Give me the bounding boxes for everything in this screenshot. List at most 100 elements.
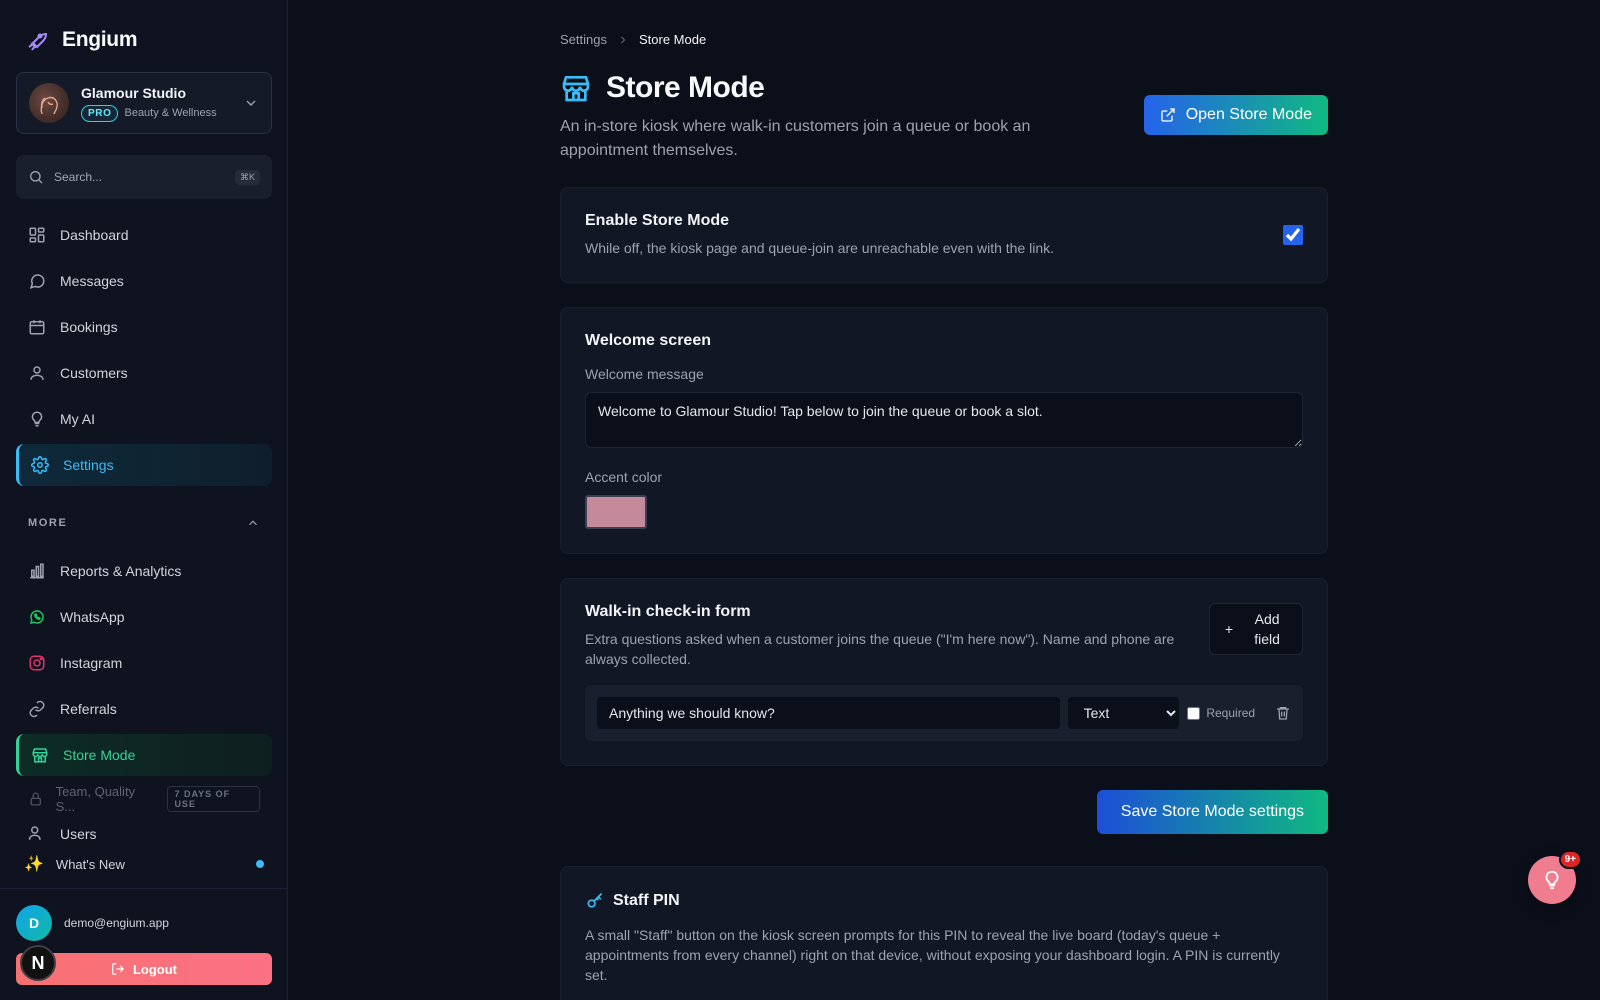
main-content: Settings Store Mode Store Mode An in-sto… bbox=[288, 0, 1600, 1000]
locked-item-badge: 7 DAYS OF USE bbox=[167, 786, 260, 812]
trash-icon[interactable] bbox=[1275, 705, 1291, 721]
sidebar-item-label: Messages bbox=[60, 273, 124, 289]
user-row: D demo@engium.app bbox=[0, 889, 287, 941]
sidebar-item-locked[interactable]: Team, Quality S... 7 DAYS OF USE bbox=[16, 780, 272, 818]
welcome-title: Welcome screen bbox=[585, 332, 711, 349]
welcome-message-input[interactable]: Welcome to Glamour Studio! Tap below to … bbox=[585, 392, 1303, 448]
page-description: An in-store kiosk where walk-in customer… bbox=[560, 118, 1031, 159]
more-section-toggle[interactable]: MORE bbox=[28, 516, 260, 530]
sidebar-item-label: Reports & Analytics bbox=[60, 563, 182, 579]
enable-description: While off, the kiosk page and queue-join… bbox=[585, 240, 1055, 256]
grid-icon bbox=[29, 227, 45, 243]
sidebar-item-messages[interactable]: Messages bbox=[16, 260, 272, 302]
open-store-mode-button[interactable]: Open Store Mode bbox=[1143, 95, 1328, 135]
n-badge[interactable]: N bbox=[20, 945, 56, 981]
staff-pin-card: Staff PIN A small "Staff" button on the … bbox=[560, 866, 1328, 1000]
enable-text: Enable Store Mode While off, the kiosk p… bbox=[585, 212, 1054, 258]
save-row: Save Store Mode settings bbox=[560, 790, 1328, 834]
walkin-text: Walk-in check-in form Extra questions as… bbox=[585, 603, 1205, 669]
external-link-icon bbox=[1161, 108, 1175, 122]
enable-row: Enable Store Mode While off, the kiosk p… bbox=[585, 212, 1303, 258]
workspace-avatar bbox=[29, 83, 69, 123]
search-box[interactable]: ⌘K bbox=[16, 155, 272, 199]
sidebar-item-my-ai[interactable]: My AI bbox=[16, 398, 272, 440]
staff-pin-title: Staff PIN bbox=[613, 892, 680, 909]
sidebar-item-label: My AI bbox=[60, 411, 96, 427]
add-field-label: Add field bbox=[1254, 611, 1280, 647]
required-toggle[interactable]: Required bbox=[1187, 706, 1255, 720]
sidebar-item-referrals[interactable]: Referrals bbox=[16, 688, 272, 730]
store-icon bbox=[32, 748, 48, 763]
sidebar-item-instagram[interactable]: Instagram bbox=[16, 642, 272, 684]
users-icon bbox=[28, 826, 41, 840]
rocket-logo-icon bbox=[28, 32, 48, 51]
key-icon bbox=[587, 892, 603, 908]
notification-badge: 9+ bbox=[1558, 850, 1582, 869]
workspace-info: Glamour Studio PRO Beauty & Wellness bbox=[81, 85, 231, 122]
sidebar-item-settings[interactable]: Settings bbox=[16, 444, 272, 486]
sidebar-item-bookings[interactable]: Bookings bbox=[16, 306, 272, 348]
sidebar-item-label: Bookings bbox=[60, 319, 118, 335]
enable-card: Enable Store Mode While off, the kiosk p… bbox=[560, 187, 1328, 283]
brand-name: Engium bbox=[62, 28, 138, 51]
walkin-description: Extra questions asked when a customer jo… bbox=[585, 631, 1175, 667]
search-input[interactable] bbox=[54, 170, 225, 184]
add-field-button[interactable]: + Add field bbox=[1209, 603, 1303, 655]
sparkle-icon: ✨ bbox=[24, 856, 44, 873]
breadcrumb-settings[interactable]: Settings bbox=[560, 32, 607, 47]
sidebar-item-label: WhatsApp bbox=[60, 609, 125, 625]
calendar-icon bbox=[29, 320, 45, 335]
save-settings-button[interactable]: Save Store Mode settings bbox=[1096, 790, 1328, 834]
search-shortcut: ⌘K bbox=[234, 169, 260, 185]
locked-item-label: Team, Quality S... bbox=[55, 784, 136, 814]
field-type-select[interactable]: Text bbox=[1067, 697, 1180, 729]
sidebar: Engium Glamour Studio PRO Beauty & Welln… bbox=[0, 0, 288, 1000]
lightbulb-icon bbox=[1545, 870, 1559, 890]
sidebar-item-label: Settings bbox=[63, 457, 114, 473]
whats-new[interactable]: ✨ What's New bbox=[16, 846, 272, 882]
sidebar-item-customers[interactable]: Customers bbox=[16, 352, 272, 394]
chevron-up-icon bbox=[249, 520, 257, 526]
content-column: Settings Store Mode Store Mode An in-sto… bbox=[560, 0, 1328, 1000]
question-input[interactable] bbox=[597, 697, 1060, 729]
more-section-title: MORE bbox=[28, 517, 68, 529]
portrait-icon bbox=[40, 96, 58, 115]
sidebar-item-label: Customers bbox=[60, 365, 128, 381]
more-nav: Reports & Analytics WhatsApp Instagram R… bbox=[16, 550, 272, 842]
sidebar-item-reports[interactable]: Reports & Analytics bbox=[16, 550, 272, 592]
help-fab[interactable]: 9+ bbox=[1528, 850, 1582, 904]
brand[interactable]: Engium bbox=[0, 0, 287, 58]
sidebar-item-dashboard[interactable]: Dashboard bbox=[16, 214, 272, 256]
workspace-switcher[interactable]: Glamour Studio PRO Beauty & Wellness bbox=[16, 72, 272, 134]
walkin-title: Walk-in check-in form bbox=[585, 603, 751, 620]
sidebar-item-users[interactable]: Users bbox=[16, 818, 272, 842]
walkin-card: Walk-in check-in form Extra questions as… bbox=[560, 578, 1328, 766]
welcome-card: Welcome screen Welcome message Welcome t… bbox=[560, 307, 1328, 554]
avatar: D bbox=[16, 905, 52, 941]
chevron-right-icon bbox=[621, 36, 626, 43]
sidebar-item-label: Users bbox=[60, 826, 97, 842]
user-email: demo@engium.app bbox=[64, 916, 169, 930]
unread-dot bbox=[256, 860, 264, 868]
page-title: Store Mode bbox=[606, 71, 765, 104]
title-row: Store Mode bbox=[560, 71, 1060, 105]
chevron-down-icon bbox=[246, 100, 256, 106]
sidebar-item-store-mode[interactable]: Store Mode bbox=[16, 734, 272, 776]
enable-store-mode-checkbox[interactable] bbox=[1283, 225, 1303, 245]
sidebar-item-whatsapp[interactable]: WhatsApp bbox=[16, 596, 272, 638]
page-header: Store Mode An in-store kiosk where walk-… bbox=[560, 71, 1328, 163]
accent-color-label: Accent color bbox=[585, 469, 663, 485]
store-icon bbox=[562, 76, 590, 102]
staff-pin-title-row: Staff PIN bbox=[585, 891, 1303, 911]
logout-label: Logout bbox=[132, 961, 178, 977]
sidebar-item-label: Instagram bbox=[60, 655, 123, 671]
required-checkbox[interactable] bbox=[1187, 706, 1201, 720]
accent-color-picker[interactable] bbox=[585, 495, 647, 529]
workspace-meta: PRO Beauty & Wellness bbox=[81, 104, 231, 122]
lock-icon bbox=[30, 792, 41, 806]
bar-chart-icon bbox=[30, 563, 44, 579]
link-icon bbox=[29, 700, 45, 718]
walkin-header: Walk-in check-in form Extra questions as… bbox=[585, 603, 1303, 669]
workspace-category: Beauty & Wellness bbox=[124, 107, 217, 119]
breadcrumb-current: Store Mode bbox=[638, 32, 707, 47]
